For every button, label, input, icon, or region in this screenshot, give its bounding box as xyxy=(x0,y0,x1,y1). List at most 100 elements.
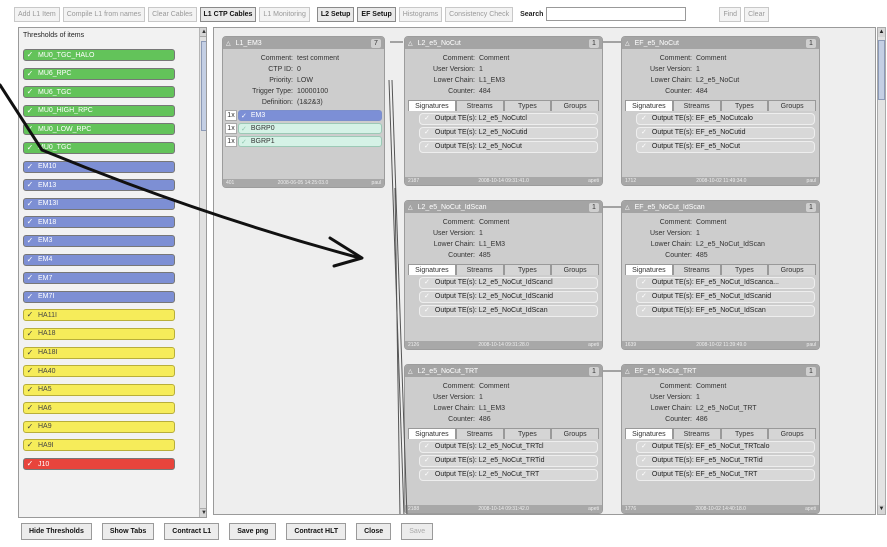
threshold-item[interactable]: ✓ HA5 xyxy=(23,383,175,396)
tab-types[interactable]: Types xyxy=(720,264,769,275)
check-icon[interactable]: ✓ xyxy=(25,69,35,79)
tab-streams[interactable]: Streams xyxy=(455,264,504,275)
clear-button[interactable]: Clear xyxy=(744,6,769,22)
l2-setup-button[interactable]: L2 Setup xyxy=(316,6,355,22)
threshold-item[interactable]: ✓ EM10 xyxy=(23,160,175,173)
check-icon[interactable]: ✓ xyxy=(25,292,35,302)
check-icon[interactable]: ✓ xyxy=(641,307,647,314)
check-icon[interactable]: ✓ xyxy=(424,307,430,314)
check-icon[interactable]: ✓ xyxy=(25,329,35,339)
check-icon[interactable]: ✓ xyxy=(641,129,647,136)
output-te-item[interactable]: ✓ Output TE(s): EF_e5_NoCut_IdScanid xyxy=(636,291,815,303)
tab-streams[interactable]: Streams xyxy=(672,100,721,111)
tab-types[interactable]: Types xyxy=(720,428,769,439)
output-te-item[interactable]: ✓ Output TE(s): EF_e5_NoCut_TRT xyxy=(636,469,815,481)
check-icon[interactable]: ✓ xyxy=(25,50,35,60)
threshold-item[interactable]: ✓ HA11I xyxy=(23,309,175,322)
canvas-scrollbar[interactable]: ▲ ▼ xyxy=(877,27,886,515)
check-icon[interactable]: ✓ xyxy=(25,366,35,376)
node-header[interactable]: △ EF_e5_NoCut_TRT 1 xyxy=(622,365,819,377)
output-te-item[interactable]: ✓ Output TE(s): L2_e5_NoCut_IdScanid xyxy=(419,291,598,303)
node-header[interactable]: △ L1_EM3 7 xyxy=(223,37,384,49)
add-l1-item-button[interactable]: Add L1 Item xyxy=(14,6,60,22)
check-icon[interactable]: ✓ xyxy=(25,217,35,227)
contract-l1-button[interactable]: Contract L1 xyxy=(164,523,220,540)
save-button[interactable]: Save xyxy=(401,523,434,540)
tab-groups[interactable]: Groups xyxy=(768,428,816,439)
check-icon[interactable]: ✓ xyxy=(641,143,647,150)
tab-groups[interactable]: Groups xyxy=(551,428,599,439)
triangle-up-icon[interactable]: △ xyxy=(408,40,413,47)
check-icon[interactable]: ✓ xyxy=(25,385,35,395)
output-te-item[interactable]: ✓ Output TE(s): L2_e5_NoCutcl xyxy=(419,113,598,125)
node-header[interactable]: △ L2_e5_NoCut 1 xyxy=(405,37,602,49)
tab-signatures[interactable]: Signatures xyxy=(625,100,673,111)
check-icon[interactable]: ✓ xyxy=(25,273,35,283)
check-icon[interactable]: ✓ xyxy=(641,443,647,450)
hide-thresholds-button[interactable]: Hide Thresholds xyxy=(21,523,92,540)
tab-types[interactable]: Types xyxy=(503,428,552,439)
l1-threshold-item[interactable]: 1x ✓ EM3 xyxy=(225,110,382,121)
check-icon[interactable]: ✓ xyxy=(25,422,35,432)
l1-ctp-cables-button[interactable]: L1 CTP Cables xyxy=(199,6,257,22)
arrow-down-icon[interactable]: ▼ xyxy=(878,505,885,514)
tab-signatures[interactable]: Signatures xyxy=(408,100,456,111)
output-te-item[interactable]: ✓ Output TE(s): EF_e5_NoCutid xyxy=(636,127,815,139)
node-header[interactable]: △ L2_e5_NoCut_TRT 1 xyxy=(405,365,602,377)
check-icon[interactable]: ✓ xyxy=(424,443,430,450)
output-te-item[interactable]: ✓ Output TE(s): L2_e5_NoCutid xyxy=(419,127,598,139)
arrow-down-icon[interactable]: ▼ xyxy=(200,508,206,517)
threshold-item[interactable]: ✓ MU0_TGC xyxy=(23,141,175,154)
output-te-item[interactable]: ✓ Output TE(s): L2_e5_NoCut_IdScan xyxy=(419,305,598,317)
tab-streams[interactable]: Streams xyxy=(455,428,504,439)
threshold-item[interactable]: ✓ EM4 xyxy=(23,253,175,266)
close-button[interactable]: Close xyxy=(356,523,392,540)
consistency-check-button[interactable]: Consistency Check xyxy=(445,6,514,22)
clear-cables-button[interactable]: Clear Cables xyxy=(148,6,197,22)
threshold-item[interactable]: ✓ MU0_HIGH_RPC xyxy=(23,104,175,117)
check-icon[interactable]: ✓ xyxy=(241,125,247,133)
l1-item-node[interactable]: △ L1_EM3 7 Comment: test comment CTP ID: 0 P… xyxy=(222,36,385,188)
output-te-item[interactable]: ✓ Output TE(s): EF_e5_NoCut_TRTcalo xyxy=(636,441,815,453)
tab-streams[interactable]: Streams xyxy=(455,100,504,111)
save-png-button[interactable]: Save png xyxy=(229,523,277,540)
check-icon[interactable]: ✓ xyxy=(241,138,247,146)
tab-signatures[interactable]: Signatures xyxy=(625,264,673,275)
check-icon[interactable]: ✓ xyxy=(241,112,247,120)
triangle-up-icon[interactable]: △ xyxy=(226,40,231,47)
check-icon[interactable]: ✓ xyxy=(641,293,647,300)
l1-threshold-item[interactable]: 1x ✓ BGRP1 xyxy=(225,136,382,147)
check-icon[interactable]: ✓ xyxy=(25,162,35,172)
triangle-up-icon[interactable]: △ xyxy=(408,368,413,375)
threshold-chip[interactable]: ✓ EM3 xyxy=(238,110,382,121)
tab-types[interactable]: Types xyxy=(503,264,552,275)
triangle-up-icon[interactable]: △ xyxy=(408,204,413,211)
tab-signatures[interactable]: Signatures xyxy=(408,264,456,275)
output-te-item[interactable]: ✓ Output TE(s): EF_e5_NoCut xyxy=(636,141,815,153)
check-icon[interactable]: ✓ xyxy=(424,293,430,300)
threshold-item[interactable]: ✓ EM7 xyxy=(23,272,175,285)
check-icon[interactable]: ✓ xyxy=(641,115,647,122)
output-te-item[interactable]: ✓ Output TE(s): EF_e5_NoCutcalo xyxy=(636,113,815,125)
chain-node[interactable]: △ L2_e5_NoCut 1 Comment: Comment User Version… xyxy=(404,36,603,186)
threshold-item[interactable]: ✓ EM7I xyxy=(23,290,175,303)
tab-types[interactable]: Types xyxy=(720,100,769,111)
compile-l1-button[interactable]: Compile L1 from names xyxy=(62,6,146,22)
find-button[interactable]: Find xyxy=(719,6,742,22)
check-icon[interactable]: ✓ xyxy=(25,199,35,209)
output-te-item[interactable]: ✓ Output TE(s): EF_e5_NoCut_TRTid xyxy=(636,455,815,467)
threshold-item[interactable]: ✓ HA18I xyxy=(23,346,175,359)
l1-threshold-item[interactable]: 1x ✓ BGRP0 xyxy=(225,123,382,134)
check-icon[interactable]: ✓ xyxy=(424,457,430,464)
threshold-item[interactable]: ✓ MU6_RPC xyxy=(23,67,175,80)
node-header[interactable]: △ L2_e5_NoCut_IdScan 1 xyxy=(405,201,602,213)
tab-signatures[interactable]: Signatures xyxy=(625,428,673,439)
check-icon[interactable]: ✓ xyxy=(25,255,35,265)
triangle-up-icon[interactable]: △ xyxy=(625,204,630,211)
threshold-item[interactable]: ✓ HA40 xyxy=(23,365,175,378)
show-tabs-button[interactable]: Show Tabs xyxy=(101,523,155,540)
output-te-item[interactable]: ✓ Output TE(s): L2_e5_NoCut_TRT xyxy=(419,469,598,481)
search-input[interactable] xyxy=(546,7,687,21)
node-header[interactable]: △ EF_e5_NoCut_IdScan 1 xyxy=(622,201,819,213)
check-icon[interactable]: ✓ xyxy=(641,471,647,478)
